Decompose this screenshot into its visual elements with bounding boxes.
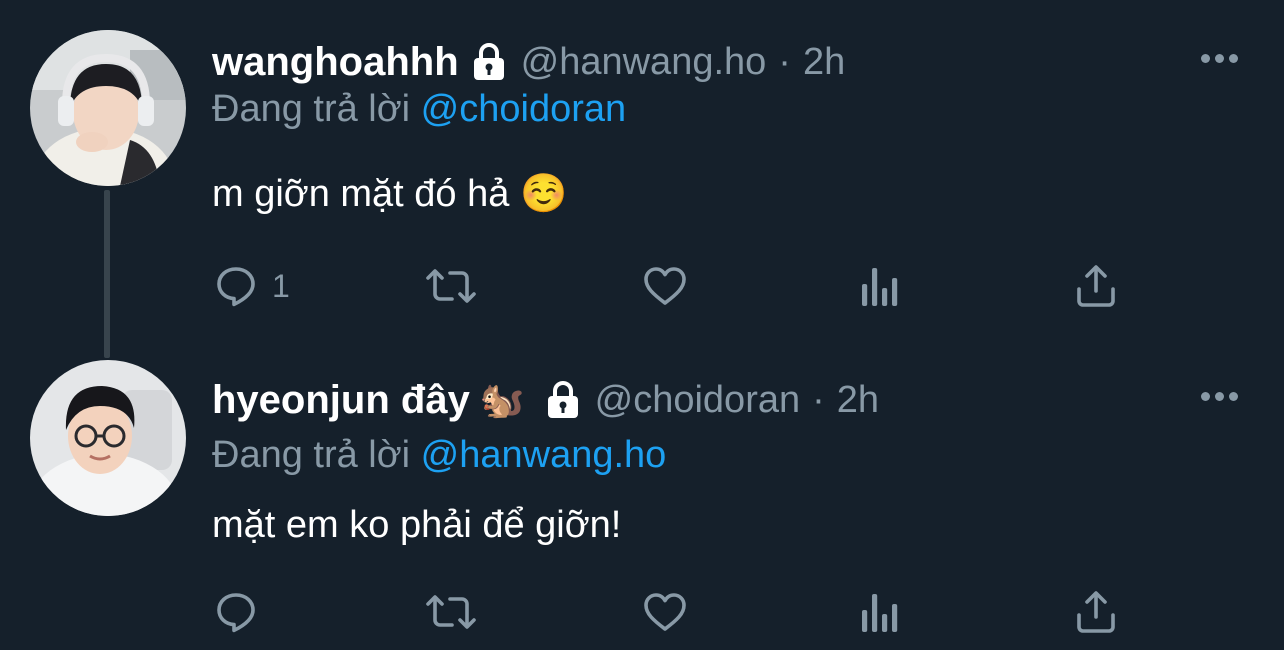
reply-button[interactable]: 1 <box>212 262 290 310</box>
analytics-icon <box>860 590 900 634</box>
tweet[interactable]: hyeonjun đây 🐿️ @choidoran · 2h Đang trả… <box>0 340 1284 650</box>
display-name[interactable]: hyeonjun đây <box>212 378 470 423</box>
reply-count: 1 <box>272 267 290 304</box>
lock-icon <box>471 42 507 82</box>
separator-dot: · <box>778 40 791 83</box>
like-button[interactable] <box>640 262 690 310</box>
replying-to-label: Đang trả lời <box>212 434 411 476</box>
lock-icon <box>545 380 581 420</box>
tweet-text: mặt em ko phải để giỡn! <box>212 504 622 546</box>
analytics-button[interactable] <box>860 588 900 636</box>
replying-to: Đang trả lời @hanwang.ho <box>212 434 666 477</box>
reply-button[interactable] <box>212 588 272 636</box>
share-button[interactable] <box>1074 262 1118 310</box>
tweet-header: hyeonjun đây 🐿️ @choidoran · 2h <box>212 374 879 426</box>
avatar[interactable] <box>30 30 186 186</box>
analytics-button[interactable] <box>860 262 900 310</box>
replying-to-label: Đang trả lời <box>212 88 411 130</box>
tweet[interactable]: wanghoahhh @hanwang.ho · 2h Đang trả lời… <box>0 0 1284 340</box>
retweet-icon <box>424 588 478 636</box>
action-bar <box>212 588 1132 636</box>
display-name[interactable]: wanghoahhh <box>212 40 459 85</box>
retweet-button[interactable] <box>424 588 478 636</box>
timestamp[interactable]: 2h <box>803 41 845 84</box>
separator-dot: · <box>812 378 825 421</box>
action-bar: 1 <box>212 262 1132 310</box>
share-icon <box>1074 263 1118 309</box>
timestamp[interactable]: 2h <box>837 379 879 422</box>
analytics-icon <box>860 264 900 308</box>
mention-link[interactable]: @hanwang.ho <box>421 434 667 476</box>
handle[interactable]: @choidoran <box>595 379 800 422</box>
reply-icon <box>212 588 260 636</box>
retweet-button[interactable] <box>424 262 478 310</box>
like-button[interactable] <box>640 588 690 636</box>
avatar[interactable] <box>30 360 186 516</box>
more-icon[interactable] <box>1194 376 1244 416</box>
like-icon <box>640 262 690 310</box>
like-icon <box>640 588 690 636</box>
more-icon[interactable] <box>1194 38 1244 78</box>
reply-icon <box>212 262 260 310</box>
tweet-header: wanghoahhh @hanwang.ho · 2h <box>212 36 845 88</box>
handle[interactable]: @hanwang.ho <box>521 41 767 84</box>
retweet-icon <box>424 262 478 310</box>
squirrel-emoji: 🐿️ <box>479 379 525 420</box>
replying-to: Đang trả lời @choidoran <box>212 88 626 131</box>
mention-link[interactable]: @choidoran <box>421 88 626 130</box>
share-icon <box>1074 589 1118 635</box>
share-button[interactable] <box>1074 588 1118 636</box>
tweet-text: m giỡn mặt đó hả ☺️ <box>212 173 568 215</box>
